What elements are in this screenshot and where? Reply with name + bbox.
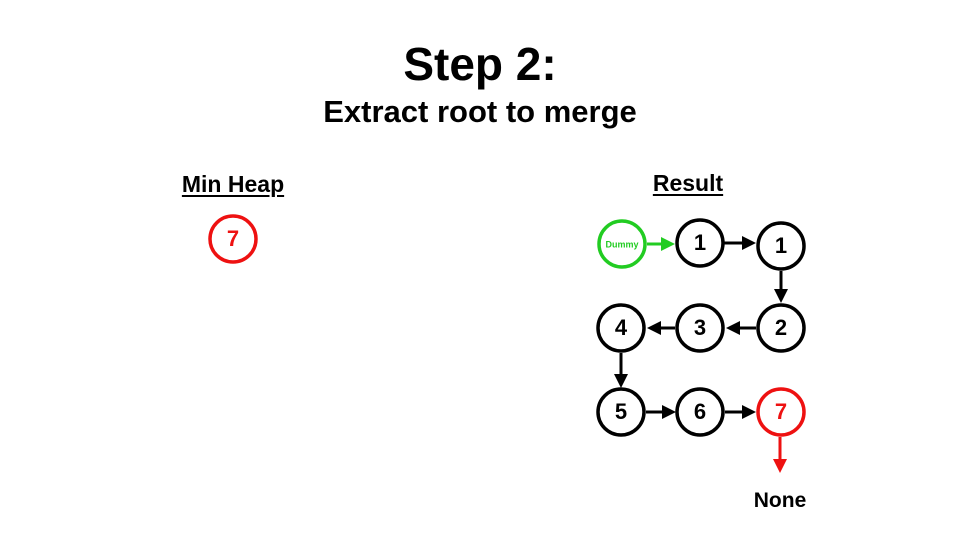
arrow-dummy-to-1-head	[661, 237, 675, 251]
arrow-6-to-7-head	[742, 405, 756, 419]
result-node-5-label: 4	[615, 315, 628, 340]
result-node-6-label: 5	[615, 399, 627, 424]
arrow-4-to-5-head	[614, 374, 628, 388]
result-node-7-label: 6	[694, 399, 706, 424]
arrow-5-to-6-head	[662, 405, 676, 419]
linked-list-diagram: 7 Dummy 1 1 2 3 4 5 6 7 None	[208, 214, 807, 512]
result-node-8-label: 7	[775, 399, 787, 424]
result-node-2-label: 1	[775, 233, 787, 258]
result-node-1-label: 1	[694, 230, 706, 255]
arrow-3-to-4-head	[647, 321, 661, 335]
arrow-7-to-none-head	[773, 459, 787, 473]
arrow-1-to-2-head	[774, 289, 788, 303]
arrow-1-to-1-head	[742, 236, 756, 250]
arrow-2-to-3-head	[726, 321, 740, 335]
result-node-3-label: 2	[775, 315, 787, 340]
none-label: None	[754, 489, 807, 512]
result-node-4-label: 3	[694, 315, 706, 340]
dummy-node-label: Dummy	[605, 239, 638, 249]
diagram-canvas: Step 2: Extract root to merge Min Heap R…	[0, 0, 960, 540]
heap-node-7-label: 7	[227, 226, 239, 251]
